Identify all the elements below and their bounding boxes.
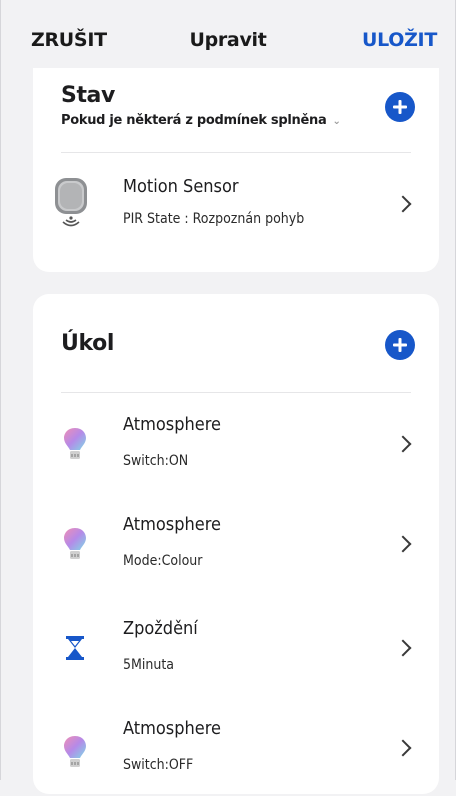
chevron-right-icon xyxy=(394,195,412,213)
task-item[interactable]: Atmosphere Switch:OFF xyxy=(33,706,439,796)
task-item-name: Zpoždění xyxy=(123,618,198,639)
chevron-right-icon xyxy=(394,535,412,553)
task-card: Úkol Atmosphere Switch:ON Atmosphere Mod… xyxy=(33,294,439,794)
condition-item-detail: PIR State : Rozpoznán pohyb xyxy=(123,211,305,227)
task-item[interactable]: Atmosphere Switch:ON xyxy=(33,400,439,490)
top-bar: ZRUŠIT Upravit ULOŽIT xyxy=(1,0,455,66)
condition-item[interactable]: Motion Sensor PIR State : Rozpoznán pohy… xyxy=(33,164,439,254)
bulb-icon xyxy=(63,734,87,778)
task-item-name: Atmosphere xyxy=(123,718,221,739)
divider xyxy=(61,152,411,153)
cancel-button[interactable]: ZRUŠIT xyxy=(31,28,107,52)
task-item-detail: Mode:Colour xyxy=(123,553,203,569)
condition-item-name: Motion Sensor xyxy=(123,176,239,197)
task-item-detail: 5Minuta xyxy=(123,657,175,673)
chevron-right-icon xyxy=(394,739,412,757)
condition-mode-dropdown[interactable]: Pokud je některá z podmínek splněna ⌄ xyxy=(61,112,341,131)
condition-mode-label: Pokud je některá z podmínek splněna xyxy=(61,113,327,128)
condition-card: Stav Pokud je některá z podmínek splněna… xyxy=(33,68,439,272)
condition-section-title: Stav xyxy=(61,83,115,108)
bulb-icon xyxy=(63,426,87,470)
motion-sensor-icon xyxy=(51,176,91,236)
bulb-icon xyxy=(63,526,87,570)
task-item-name: Atmosphere xyxy=(123,414,221,435)
task-item-name: Atmosphere xyxy=(123,514,221,535)
task-item[interactable]: Zpoždění 5Minuta xyxy=(33,606,439,696)
task-item-detail: Switch:OFF xyxy=(123,757,194,773)
task-section-title: Úkol xyxy=(61,331,114,356)
add-task-button[interactable] xyxy=(385,330,415,360)
task-item-detail: Switch:ON xyxy=(123,453,189,469)
chevron-right-icon xyxy=(394,435,412,453)
chevron-right-icon xyxy=(394,639,412,657)
divider xyxy=(61,392,411,393)
save-button[interactable]: ULOŽIT xyxy=(362,28,437,52)
chevron-down-icon: ⌄ xyxy=(332,116,341,127)
task-item[interactable]: Atmosphere Mode:Colour xyxy=(33,500,439,590)
add-condition-button[interactable] xyxy=(385,92,415,122)
hourglass-icon xyxy=(65,636,85,664)
